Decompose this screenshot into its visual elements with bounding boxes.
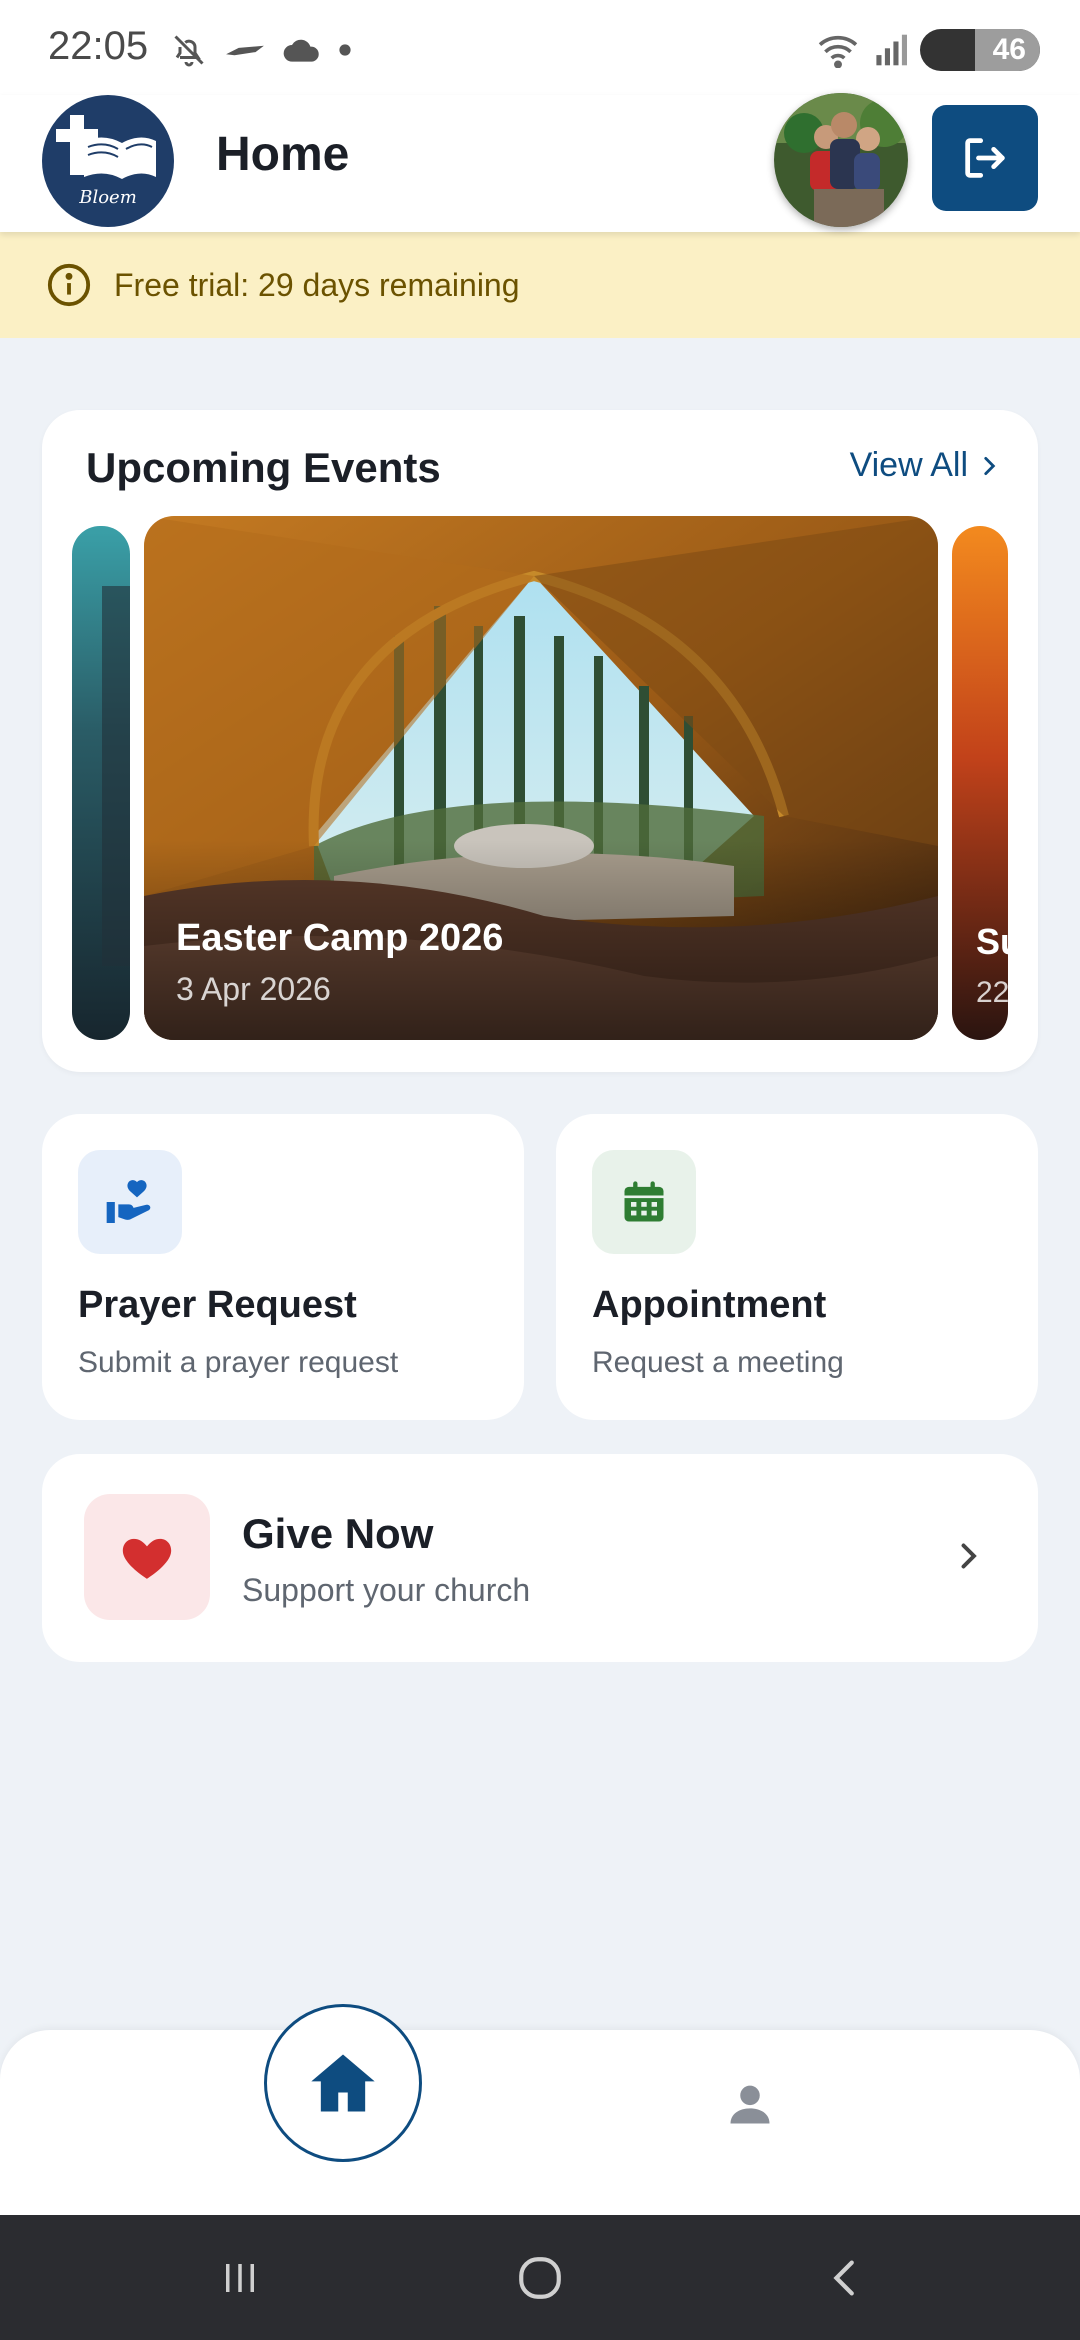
avatar[interactable]: [774, 93, 908, 227]
status-icons-left: [170, 30, 352, 70]
chevron-right-icon: [984, 456, 996, 475]
bell-off-icon: [174, 35, 204, 67]
give-now-card[interactable]: Give Now Support your church: [42, 1454, 1038, 1662]
appointment-icon-box: [592, 1150, 696, 1254]
recents-icon: [226, 2264, 254, 2292]
signal-icon: [876, 34, 907, 66]
prayer-request-card[interactable]: Prayer Request Submit a prayer request: [42, 1114, 524, 1420]
logout-button[interactable]: [932, 105, 1038, 211]
give-icon-box: [84, 1494, 210, 1620]
home-icon: [311, 2054, 375, 2112]
prayer-icon-box: [78, 1150, 182, 1254]
appointment-card[interactable]: Appointment Request a meeting: [556, 1114, 1038, 1420]
prayer-hand-heart-icon: [106, 1180, 151, 1223]
event-card-main[interactable]: Easter Camp 2026 3 Apr 2026: [144, 516, 938, 1040]
events-card: Upcoming Events View All Easter Camp 202…: [42, 410, 1038, 1072]
system-home-button[interactable]: [500, 2243, 580, 2313]
trial-text: Free trial: 29 days remaining: [114, 266, 520, 303]
appointment-subtitle: Request a meeting: [592, 1346, 844, 1379]
back-icon: [833, 2260, 854, 2296]
logo-text: Bloem: [78, 187, 137, 208]
view-all-label: View All: [849, 446, 968, 484]
cloud-icon: [283, 39, 319, 62]
status-bar: 22:05 46: [0, 0, 1080, 95]
info-icon: [47, 263, 91, 307]
trial-banner: Free trial: 29 days remaining: [0, 232, 1080, 338]
nav-profile-button[interactable]: [714, 2068, 786, 2140]
person-icon: [730, 2085, 770, 2124]
give-now-subtitle: Support your church: [242, 1572, 531, 1608]
app-header: Bloem Home: [0, 93, 1080, 232]
view-all-link[interactable]: View All: [850, 446, 1002, 485]
back-button[interactable]: [806, 2243, 886, 2313]
give-now-title: Give Now: [242, 1510, 434, 1557]
church-logo: Bloem: [42, 95, 174, 227]
avatar-photo: [774, 93, 908, 227]
logout-icon: [965, 138, 1005, 178]
heart-icon: [122, 1538, 172, 1579]
event-date: 3 Apr 2026: [176, 971, 331, 1007]
system-nav-bar: [0, 2215, 1080, 2340]
battery-icon: 46: [920, 29, 1040, 71]
nav-home-button[interactable]: [264, 2004, 422, 2162]
status-time: 22:05: [48, 24, 149, 68]
recents-button[interactable]: [200, 2243, 280, 2313]
event-card-previous[interactable]: [72, 526, 130, 1040]
calendar-icon: [624, 1181, 664, 1222]
logo-emblem-icon: Bloem: [56, 115, 156, 208]
home-circle-icon: [519, 2257, 561, 2299]
event-card-next[interactable]: Su 22: [952, 526, 1008, 1040]
prayer-request-title: Prayer Request: [78, 1284, 357, 1326]
battery-level: 46: [992, 33, 1026, 66]
events-title: Upcoming Events: [86, 444, 441, 491]
wifi-icon: [818, 35, 858, 68]
appointment-title: Appointment: [592, 1284, 827, 1326]
event-image-previous: [72, 526, 130, 1040]
event-name: Easter Camp 2026: [176, 917, 504, 959]
next-event-name: Su: [976, 921, 1008, 962]
status-icons-right: 46: [816, 28, 1040, 72]
chevron-right-icon: [961, 1543, 977, 1569]
hammerhead-icon: [226, 45, 264, 56]
prayer-request-subtitle: Submit a prayer request: [78, 1346, 399, 1379]
page-title: Home: [216, 128, 350, 181]
next-event-date: 22: [976, 976, 1008, 1009]
bottom-nav: [0, 2004, 1080, 2215]
dot-icon: [339, 44, 351, 56]
